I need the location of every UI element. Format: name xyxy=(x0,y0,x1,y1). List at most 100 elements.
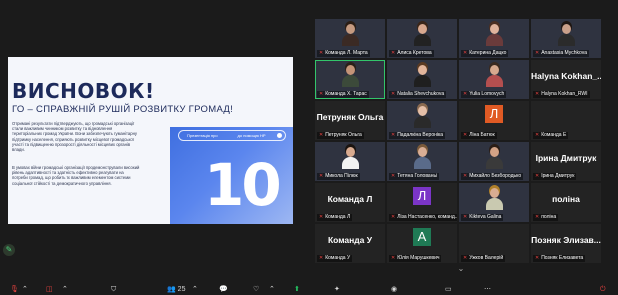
mic-muted-icon: ✕ xyxy=(535,214,540,220)
participants-icon: 👥 xyxy=(167,286,176,293)
participant-name-label: ✕ Halyna Kokhan_RWI xyxy=(533,91,590,98)
participant-video-head xyxy=(562,24,571,34)
participant-name: Петруняк Ольга xyxy=(325,132,362,138)
participant-video-head xyxy=(490,188,499,198)
participant-tile[interactable]: ✕ Алиса Кретова xyxy=(387,19,457,58)
participant-name: Kikteva Galina xyxy=(469,214,502,220)
participant-name: Ліна Батюк xyxy=(469,132,495,138)
participant-name-label: ✕ Команда Л xyxy=(317,214,353,221)
reactions-button[interactable]: ♡ xyxy=(253,284,259,295)
participant-tile[interactable]: Л ✕ Ліна Батюк xyxy=(459,101,529,140)
participant-video xyxy=(342,147,359,169)
shared-screen: ВИСНОВОК! ГО – СПРАВЖНІЙ РУШІЙ РОЗВИТКУ … xyxy=(0,0,313,262)
reactions-chevron-icon[interactable]: ⌃ xyxy=(269,284,275,295)
participant-video xyxy=(558,24,575,46)
participant-video-body xyxy=(486,157,503,169)
participant-tile[interactable]: ✕ Михайло Безбородько xyxy=(459,142,529,181)
participant-video-body xyxy=(414,75,431,87)
mic-muted-icon: ✕ xyxy=(463,173,468,179)
participant-name-label: ✕ Kikteva Galina xyxy=(461,214,504,221)
video-options-chevron-icon[interactable]: ⌃ xyxy=(62,284,68,295)
share-screen-button[interactable]: ⬆ xyxy=(294,284,300,295)
participant-tile[interactable]: ✕ Natalia Shevchukova xyxy=(387,60,457,99)
annotate-pen-icon[interactable]: ✎ xyxy=(3,244,15,256)
whiteboard-button[interactable]: ▭ xyxy=(445,284,452,295)
participant-name: Юлія Марушкевич xyxy=(397,255,440,261)
participant-name-label: ✕ поліна xyxy=(533,214,559,221)
participant-tile[interactable]: ✕ Anastasia Mychkova xyxy=(531,19,601,58)
security-button[interactable]: ⛉ xyxy=(111,284,116,295)
participant-tile[interactable]: Петруняк Ольга ✕ Петруняк Ольга xyxy=(315,101,385,140)
participant-tile[interactable]: ✕ Катерина Дацко xyxy=(459,19,529,58)
participant-tile[interactable]: ✕ Падалкіна Вероніка xyxy=(387,101,457,140)
participant-video xyxy=(486,147,503,169)
participant-tile[interactable]: Ірина Дмитрук ✕ Ірина Дмитрук xyxy=(531,142,601,181)
participant-video-head xyxy=(418,24,427,34)
participant-tile[interactable]: Команда У ✕ Команда У xyxy=(315,224,385,263)
participant-tile[interactable]: поліна ✕ поліна xyxy=(531,183,601,222)
participant-name-label: ✕ Михайло Безбородько xyxy=(461,173,524,180)
apps-icon: ✦ xyxy=(334,286,340,293)
participant-avatar: Л xyxy=(485,105,503,123)
participant-tile[interactable]: Позняк Элизав... ✕ Позняк Елизавета xyxy=(531,224,601,263)
participant-video xyxy=(414,106,431,128)
participant-tile[interactable]: ✕ Тетяна Голованьі xyxy=(387,142,457,181)
participant-display-name: Halyna Kokhan_... xyxy=(531,71,601,81)
chevron-down-icon[interactable]: ⌄ xyxy=(454,265,468,273)
mic-muted-icon: ✕ xyxy=(319,214,324,220)
record-button[interactable]: ◉ xyxy=(391,284,397,295)
participants-button[interactable]: 👥 25 xyxy=(167,284,185,295)
participant-name-label: ✕ Падалкіна Вероніка xyxy=(389,132,446,139)
mute-button[interactable]: 🎙 xyxy=(10,284,19,295)
participant-name-label: ✕ Тетяна Голованьі xyxy=(389,173,440,180)
apps-button[interactable]: ✦ xyxy=(334,284,340,295)
slide-pill-left: Презентація про xyxy=(187,133,218,138)
participant-tile[interactable]: ✕ Команда Е xyxy=(531,101,601,140)
mic-muted-icon: ✕ xyxy=(391,132,396,138)
participant-name-label: ✕ Yulia Lomovych xyxy=(461,91,507,98)
more-icon: ⋯ xyxy=(484,286,491,293)
mic-muted-icon: ✕ xyxy=(391,214,396,220)
participant-tile[interactable]: ✕ Команда Л. Марта xyxy=(315,19,385,58)
participant-tile[interactable]: Команда Л ✕ Команда Л xyxy=(315,183,385,222)
mic-muted-icon: ✕ xyxy=(319,50,324,56)
participant-video-body xyxy=(486,34,503,46)
participant-video-body xyxy=(486,75,503,87)
participant-display-name: поліна xyxy=(552,194,580,204)
participant-name-label: ✕ Микола Пілюк xyxy=(317,173,360,180)
participant-display-name: Команда У xyxy=(327,235,373,245)
participant-video xyxy=(414,65,431,87)
participant-video-head xyxy=(418,147,427,157)
participant-video-head xyxy=(490,65,499,75)
participant-name: Команда У xyxy=(325,255,351,261)
participant-name: Команда Х. Тарас xyxy=(325,91,367,97)
mic-muted-icon: ✕ xyxy=(319,132,324,138)
slide-pill: Презентація про до помощю НР xyxy=(178,130,286,141)
more-button[interactable]: ⋯ xyxy=(484,284,491,295)
chat-button[interactable]: 💬 xyxy=(219,284,228,295)
participant-name: Падалкіна Вероніка xyxy=(397,132,444,138)
mic-muted-icon: ✕ xyxy=(391,50,396,56)
participant-tile[interactable]: А ✕ Юлія Марушкевич xyxy=(387,224,457,263)
participant-tile[interactable]: Л ✕ Ліза Настасенко, команд... xyxy=(387,183,457,222)
participant-video xyxy=(414,147,431,169)
participant-video xyxy=(486,188,503,210)
participant-display-name: Команда Л xyxy=(327,194,373,204)
participants-count: 25 xyxy=(177,286,186,293)
mic-muted-icon: ✕ xyxy=(463,214,468,220)
participant-name-label: ✕ Команда Х. Тарас xyxy=(317,91,369,98)
video-button[interactable]: ◫ xyxy=(46,284,53,295)
chat-icon: 💬 xyxy=(219,286,228,293)
participant-video-body xyxy=(342,34,359,46)
mic-muted-icon: ✕ xyxy=(319,173,324,179)
participants-chevron-icon[interactable]: ⌃ xyxy=(192,284,198,295)
participant-tile[interactable]: ✕ Yulia Lomovych xyxy=(459,60,529,99)
participant-name-label: ✕ Алиса Кретова xyxy=(389,50,434,57)
participant-tile[interactable]: Halyna Kokhan_... ✕ Halyna Kokhan_RWI xyxy=(531,60,601,99)
participant-tile[interactable]: ✕ Команда Х. Тарас xyxy=(315,60,385,99)
participant-tile[interactable]: ✕ Kikteva Galina xyxy=(459,183,529,222)
participant-tile[interactable]: ✕ Микола Пілюк xyxy=(315,142,385,181)
leave-button[interactable]: ⏻ xyxy=(600,284,606,295)
audio-options-chevron-icon[interactable]: ⌃ xyxy=(22,284,28,295)
participant-tile[interactable]: ✕ Ужков Валерій xyxy=(459,224,529,263)
